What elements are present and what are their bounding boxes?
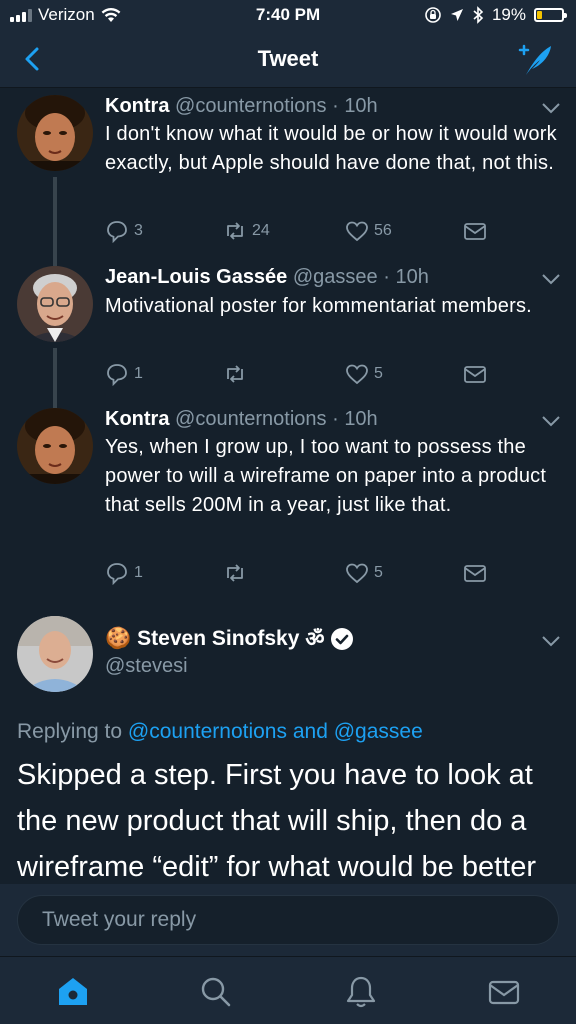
- mention-link[interactable]: @gassee: [334, 720, 423, 743]
- retweet-button[interactable]: 24: [223, 219, 270, 243]
- search-icon[interactable]: [198, 974, 234, 1010]
- reply-icon: [107, 221, 127, 243]
- reply-count: 3: [134, 222, 143, 239]
- mail-icon: [464, 223, 486, 240]
- reply-button[interactable]: 1: [105, 362, 143, 386]
- tweet-time: 10h: [395, 266, 429, 288]
- retweet-button[interactable]: [223, 362, 252, 386]
- tweet-actions: 1 5: [105, 362, 495, 390]
- author-handle[interactable]: @counternotions: [175, 408, 327, 430]
- tweet-time: 10h: [344, 408, 378, 430]
- replying-and[interactable]: and: [293, 720, 328, 743]
- tweet-text: Motivational poster for kommentariat mem…: [105, 295, 532, 317]
- tweet-header: Kontra @counternotions · 10h: [105, 95, 378, 117]
- reply-icon: [107, 364, 127, 386]
- tweet-actions: 1 5: [105, 561, 495, 589]
- tweet-header: Kontra @counternotions · 10h: [105, 408, 378, 430]
- like-button[interactable]: 5: [345, 362, 383, 386]
- avatar[interactable]: [17, 266, 93, 342]
- mail-icon: [464, 565, 486, 582]
- reply-icon: [107, 563, 127, 585]
- retweet-count: 24: [252, 222, 270, 239]
- battery-icon: [534, 8, 567, 22]
- nav-bar: Tweet: [0, 32, 576, 88]
- battery-percent: 19%: [491, 5, 526, 24]
- heart-icon: [346, 563, 368, 584]
- message-button[interactable]: [463, 362, 487, 386]
- author-name[interactable]: Jean-Louis Gassée: [105, 266, 287, 288]
- thread-tweet[interactable]: Jean-Louis Gassée @gassee · 10h Motivati…: [0, 258, 576, 408]
- tweet-text: Yes, when I grow up, I too want to posse…: [105, 436, 547, 516]
- status-right: 19%: [424, 5, 567, 25]
- tab-bar: [0, 956, 576, 1024]
- om-symbol: ॐ: [305, 627, 325, 651]
- author-name: Steven Sinofsky: [137, 627, 300, 650]
- messages-icon[interactable]: [486, 974, 522, 1010]
- mail-icon: [464, 366, 486, 383]
- home-icon[interactable]: [55, 974, 91, 1010]
- main-author[interactable]: 🍪 Steven Sinofsky ॐ: [105, 625, 353, 653]
- mention-link[interactable]: @counternotions: [128, 720, 287, 743]
- chevron-down-icon[interactable]: [540, 414, 562, 428]
- message-button[interactable]: [463, 561, 487, 585]
- tweet-time: 10h: [344, 95, 378, 117]
- like-button[interactable]: 56: [345, 219, 392, 243]
- like-count: 56: [374, 222, 392, 239]
- heart-icon: [346, 364, 368, 385]
- author-handle[interactable]: @stevesi: [105, 655, 188, 678]
- retweet-icon: [227, 365, 243, 383]
- cookie-emoji-icon: 🍪: [105, 627, 132, 650]
- heart-icon: [346, 221, 368, 242]
- location-icon: [450, 9, 463, 21]
- author-name[interactable]: Kontra: [105, 408, 169, 430]
- like-count: 5: [374, 365, 383, 382]
- retweet-button[interactable]: [223, 561, 252, 585]
- compose-tweet-icon[interactable]: [518, 42, 554, 78]
- avatar[interactable]: [17, 408, 93, 484]
- author-name[interactable]: Kontra: [105, 95, 169, 117]
- reply-count: 1: [134, 564, 143, 581]
- tweet-actions: 3 24 56: [105, 219, 495, 247]
- retweet-icon: [227, 564, 243, 582]
- message-button[interactable]: [463, 219, 487, 243]
- notifications-icon[interactable]: [343, 974, 379, 1010]
- author-handle[interactable]: @gassee: [293, 266, 378, 288]
- chevron-down-icon[interactable]: [540, 272, 562, 286]
- thread-tweet[interactable]: Kontra @counternotions · 10h I don't kno…: [0, 95, 576, 265]
- tweet-text: I don't know what it would be or how it …: [105, 123, 557, 174]
- avatar[interactable]: [17, 616, 93, 692]
- replying-to: Replying to @counternotions and @gassee: [17, 720, 423, 744]
- author-handle[interactable]: @counternotions: [175, 95, 327, 117]
- thread-line: [53, 258, 57, 266]
- page-title: Tweet: [257, 46, 319, 71]
- replying-prefix: Replying to: [17, 720, 123, 743]
- reply-input[interactable]: [17, 895, 559, 945]
- reply-count: 1: [134, 365, 143, 382]
- status-bar: Verizon 7:40 PM 19%: [0, 0, 576, 32]
- bluetooth-icon: [473, 6, 484, 24]
- battery-level: [537, 11, 542, 19]
- thread-line: [53, 348, 57, 408]
- thread-tweet[interactable]: Kontra @counternotions · 10h Yes, when I…: [0, 408, 576, 598]
- like-button[interactable]: 5: [345, 561, 383, 585]
- reply-bar: [0, 884, 576, 956]
- reply-button[interactable]: 3: [105, 219, 143, 243]
- like-count: 5: [374, 564, 383, 581]
- avatar[interactable]: [17, 95, 93, 171]
- thread-line: [53, 177, 57, 265]
- chevron-down-icon[interactable]: [540, 634, 562, 648]
- main-tweet-text: Skipped a step. First you have to look a…: [17, 759, 536, 883]
- chevron-down-icon[interactable]: [540, 101, 562, 115]
- verified-badge-icon: [330, 628, 353, 650]
- retweet-icon: [227, 222, 243, 240]
- tweet-header: Jean-Louis Gassée @gassee · 10h: [105, 266, 429, 288]
- reply-button[interactable]: 1: [105, 561, 143, 585]
- rotation-lock-icon: [425, 7, 441, 23]
